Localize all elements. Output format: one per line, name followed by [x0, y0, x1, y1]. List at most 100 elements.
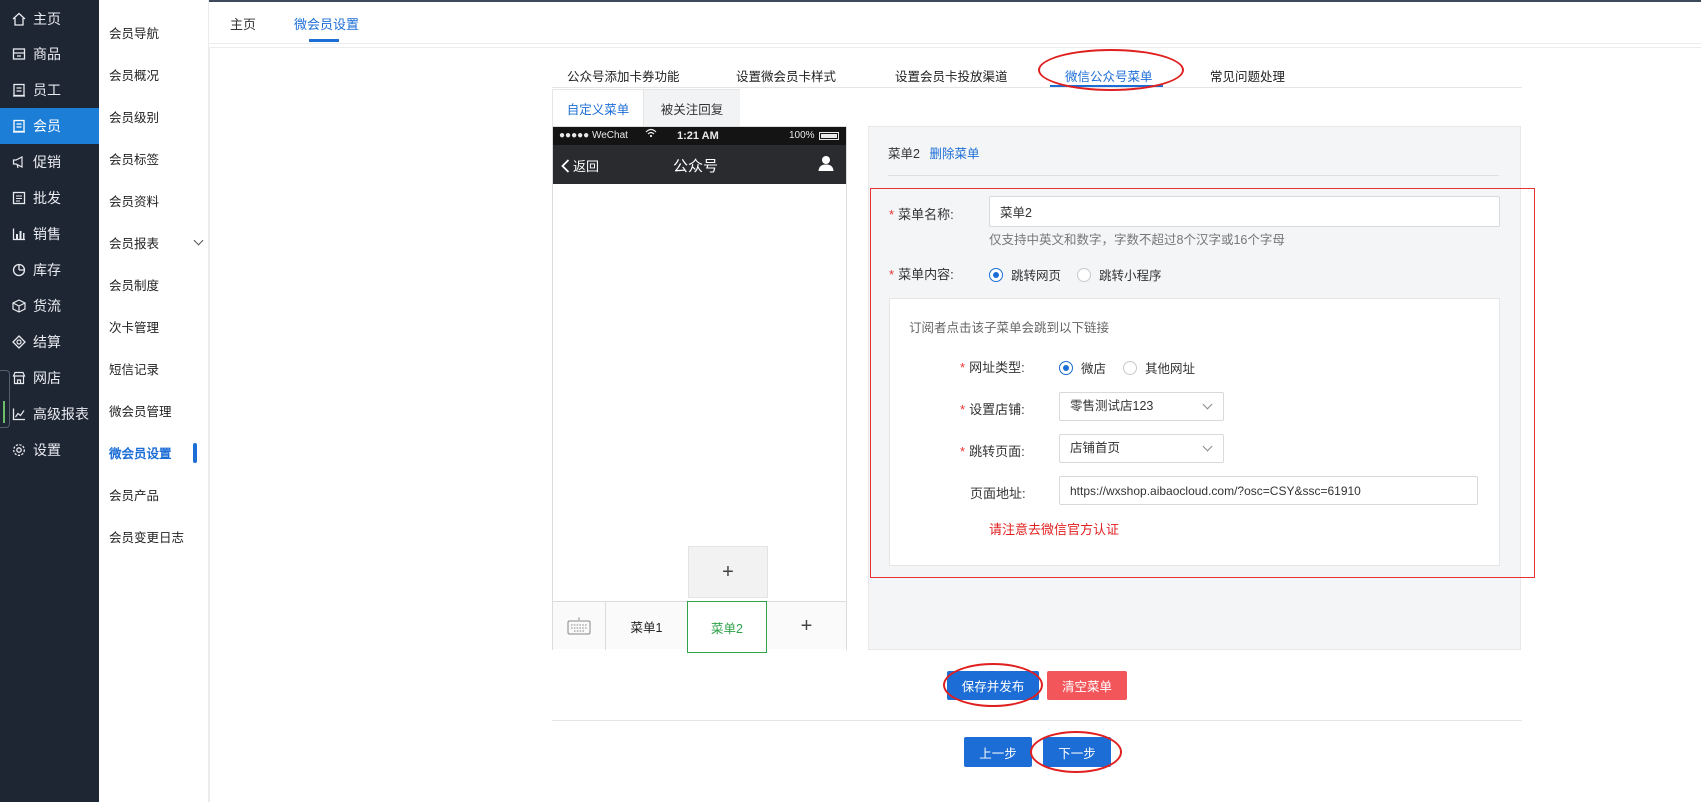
subnav-item[interactable]: 会员制度 — [109, 269, 204, 299]
nav-label: 货流 — [33, 298, 61, 314]
tab-card-style[interactable]: 设置微会员卡样式 — [736, 66, 836, 85]
subnav-item[interactable]: 会员级别 — [109, 101, 204, 131]
battery-text: 100% — [789, 130, 815, 141]
top-border — [209, 0, 1701, 2]
subnav-item[interactable]: 会员变更日志 — [109, 521, 204, 551]
back-arrow-icon — [561, 158, 570, 173]
nav-label: 员工 — [33, 82, 61, 98]
tab-card-channel[interactable]: 设置会员卡投放渠道 — [895, 66, 1008, 85]
subnav-item[interactable]: 会员导航 — [109, 17, 204, 47]
tab-home[interactable]: 主页 — [230, 14, 256, 33]
battery-icon — [819, 132, 839, 140]
nav-label: 设置 — [33, 442, 61, 458]
add-menu-button[interactable]: + — [767, 602, 846, 650]
phone-preview: ●●●●● WeChat 1:21 AM 100% 返回 公众号 + 菜单1 菜… — [552, 126, 847, 673]
nav-label: 主页 — [33, 11, 61, 27]
phone-status-bar: ●●●●● WeChat 1:21 AM 100% — [553, 127, 846, 145]
tab-wechat-menu[interactable]: 微信公众号菜单 — [1065, 66, 1153, 85]
nav-item-advanced-report[interactable]: 高级报表 — [0, 396, 99, 432]
line-chart-icon — [12, 407, 26, 421]
step-tabs: 公众号添加卡券功能 设置微会员卡样式 设置会员卡投放渠道 微信公众号菜单 常见问… — [552, 59, 1522, 88]
phone-menu-item-2-selected[interactable]: 菜单2 — [687, 601, 767, 653]
nav-item-staff[interactable]: 员工 — [0, 72, 99, 108]
carrier-text: ●●●●● WeChat — [559, 130, 628, 141]
tab-active-underline — [309, 39, 339, 42]
subnav-item[interactable]: 次卡管理 — [109, 311, 204, 341]
wifi-icon — [645, 128, 657, 141]
add-submenu-button[interactable]: + — [688, 546, 768, 598]
nav-label: 促销 — [33, 154, 61, 170]
tab-wechat-member-settings[interactable]: 微会员设置 — [294, 14, 359, 33]
subnav-item-active[interactable]: 微会员设置 — [109, 437, 204, 467]
cube-icon — [12, 299, 26, 313]
tab-card-coupon[interactable]: 公众号添加卡券功能 — [567, 66, 680, 85]
main-tab-active-underline — [1050, 85, 1163, 87]
subnav-label: 会员报表 — [109, 236, 160, 251]
save-publish-button[interactable]: 保存并发布 — [947, 671, 1039, 700]
nav-label: 会员 — [33, 118, 61, 134]
clear-menu-button[interactable]: 清空菜单 — [1047, 671, 1127, 700]
nav-label: 网店 — [33, 370, 61, 386]
nav-item-member[interactable]: 会员 — [0, 108, 99, 144]
tab-custom-menu[interactable]: 自定义菜单 — [552, 89, 644, 126]
nav-label: 商品 — [33, 46, 61, 62]
tab-faq[interactable]: 常见问题处理 — [1210, 66, 1285, 85]
keyboard-icon[interactable] — [553, 602, 606, 650]
profile-icon[interactable] — [817, 154, 835, 175]
prev-step-button[interactable]: 上一步 — [964, 737, 1032, 767]
settle-icon — [12, 335, 26, 349]
nav-item-promotion[interactable]: 促销 — [0, 144, 99, 180]
phone-menu-item-1[interactable]: 菜单1 — [606, 602, 688, 650]
delete-menu-link[interactable]: 删除菜单 — [929, 147, 979, 161]
shop-icon — [12, 371, 26, 385]
goods-icon — [12, 47, 26, 61]
nav-item-settlement[interactable]: 结算 — [0, 324, 99, 360]
editor-header: 菜单2 删除菜单 — [888, 143, 979, 162]
nav-item-goods[interactable]: 商品 — [0, 36, 99, 72]
subnav-item[interactable]: 短信记录 — [109, 353, 204, 383]
next-step-button[interactable]: 下一步 — [1043, 737, 1111, 767]
phone-chat-area — [553, 184, 846, 673]
bar-chart-icon — [12, 227, 26, 241]
phone-header: 返回 公众号 — [553, 145, 846, 184]
nav-item-sales[interactable]: 销售 — [0, 216, 99, 252]
staff-icon — [12, 83, 26, 97]
home-icon — [12, 12, 26, 26]
clock-text: 1:21 AM — [677, 130, 719, 142]
main-nav: 主页 商品 员工 会员 促销 批发 销售 库存 货流 结算 网店 高级报表 设置 — [0, 0, 99, 802]
subnav-item[interactable]: 会员产品 — [109, 479, 204, 509]
subnav-item-member-report[interactable]: 会员报表 — [109, 227, 204, 257]
nav-item-settings[interactable]: 设置 — [0, 432, 99, 468]
editor-divider — [888, 175, 1499, 176]
nav-label: 高级报表 — [33, 406, 89, 422]
nav-item-logistics[interactable]: 货流 — [0, 288, 99, 324]
nav-label: 销售 — [33, 226, 61, 242]
nav-item-wholesale[interactable]: 批发 — [0, 180, 99, 216]
nav-label: 批发 — [33, 190, 61, 206]
phone-title: 公众号 — [673, 158, 719, 175]
app-root: 主页 商品 员工 会员 促销 批发 销售 库存 货流 结算 网店 高级报表 设置… — [0, 0, 1701, 802]
nav-item-home[interactable]: 主页 — [0, 1, 99, 37]
nav-item-inventory[interactable]: 库存 — [0, 252, 99, 288]
footer-divider — [552, 720, 1522, 721]
subnav-item[interactable]: 微会员管理 — [109, 395, 204, 425]
top-tab-bar — [209, 0, 1701, 44]
annotation-highlight-box — [870, 188, 1535, 578]
nav-label: 结算 — [33, 334, 61, 350]
chevron-down-icon — [193, 235, 204, 246]
subnav-item[interactable]: 会员标签 — [109, 143, 204, 173]
member-subnav: 会员导航 会员概况 会员级别 会员标签 会员资料 会员报表 会员制度 次卡管理 … — [99, 0, 209, 802]
subnav-active-indicator — [193, 443, 197, 463]
editor-menu-name: 菜单2 — [888, 147, 920, 161]
nav-collapse-handle[interactable] — [0, 370, 10, 428]
nav-label: 库存 — [33, 262, 61, 278]
subnav-item[interactable]: 会员概况 — [109, 59, 204, 89]
subnav-item[interactable]: 会员资料 — [109, 185, 204, 215]
tab-follow-reply[interactable]: 被关注回复 — [644, 89, 740, 126]
phone-back-button[interactable]: 返回 — [561, 156, 599, 175]
back-label: 返回 — [573, 159, 600, 174]
gear-icon — [12, 443, 26, 457]
wholesale-icon — [12, 191, 26, 205]
nav-item-online-shop[interactable]: 网店 — [0, 360, 99, 396]
member-icon — [12, 119, 26, 133]
